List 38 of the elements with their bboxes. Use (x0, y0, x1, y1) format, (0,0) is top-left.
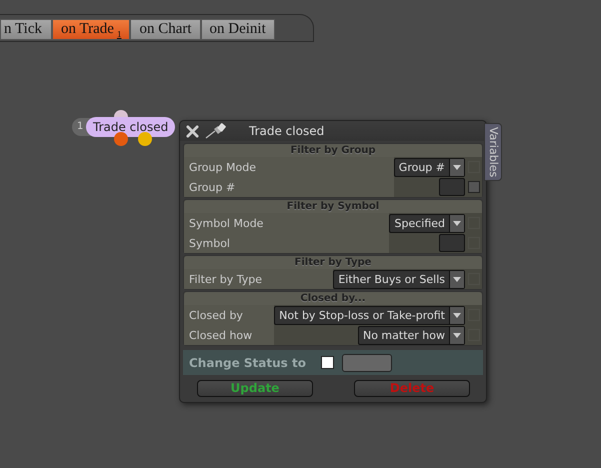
tab[interactable]: on Trade $_{1}$ (52, 19, 130, 40)
side-tab[interactable]: Variables (484, 123, 502, 182)
caret-icon (449, 306, 464, 324)
dropdown[interactable]: Group # (394, 158, 465, 176)
field-label: Symbol Mode (189, 216, 264, 230)
field-label: Closed by (189, 308, 243, 322)
field-label: Symbol (189, 236, 230, 250)
field-label: Closed how (189, 328, 252, 342)
caret-icon (449, 270, 464, 288)
section-header: Filter by Type (184, 256, 482, 269)
dialog-title: Trade closed (249, 124, 324, 138)
connector-dot[interactable] (138, 132, 152, 146)
field-label: Group # (189, 180, 236, 194)
dropdown[interactable]: Specified (389, 214, 465, 232)
dropdown[interactable]: No matter how (358, 326, 465, 344)
tab[interactable]: on Deinit (200, 19, 275, 40)
input-field[interactable] (439, 234, 465, 252)
checkbox[interactable] (468, 181, 480, 193)
caret-icon (449, 158, 464, 176)
field-label: Filter by Type (189, 272, 262, 286)
section-header: Filter by Symbol (184, 200, 482, 213)
input-field[interactable] (439, 178, 465, 196)
connector-dot[interactable] (114, 132, 128, 146)
close-icon[interactable] (186, 124, 199, 138)
section-header: Closed by... (184, 292, 482, 305)
status-label: Change Status to (189, 356, 306, 370)
dropdown[interactable]: Either Buys or Sells (333, 270, 465, 288)
status-checkbox[interactable] (320, 356, 334, 369)
tab[interactable]: on Chart (130, 19, 201, 40)
caret-icon (449, 214, 464, 232)
node-label[interactable]: Trade closed (86, 117, 176, 137)
section-header: Filter by Group (184, 144, 482, 157)
field-label: Group Mode (189, 160, 256, 174)
status-field[interactable] (342, 354, 392, 372)
pin-icon[interactable] (205, 123, 227, 139)
dropdown[interactable]: Not by Stop-loss or Take-profit (274, 306, 465, 324)
tab[interactable]: n Tick (0, 19, 52, 40)
caret-icon (449, 326, 464, 344)
